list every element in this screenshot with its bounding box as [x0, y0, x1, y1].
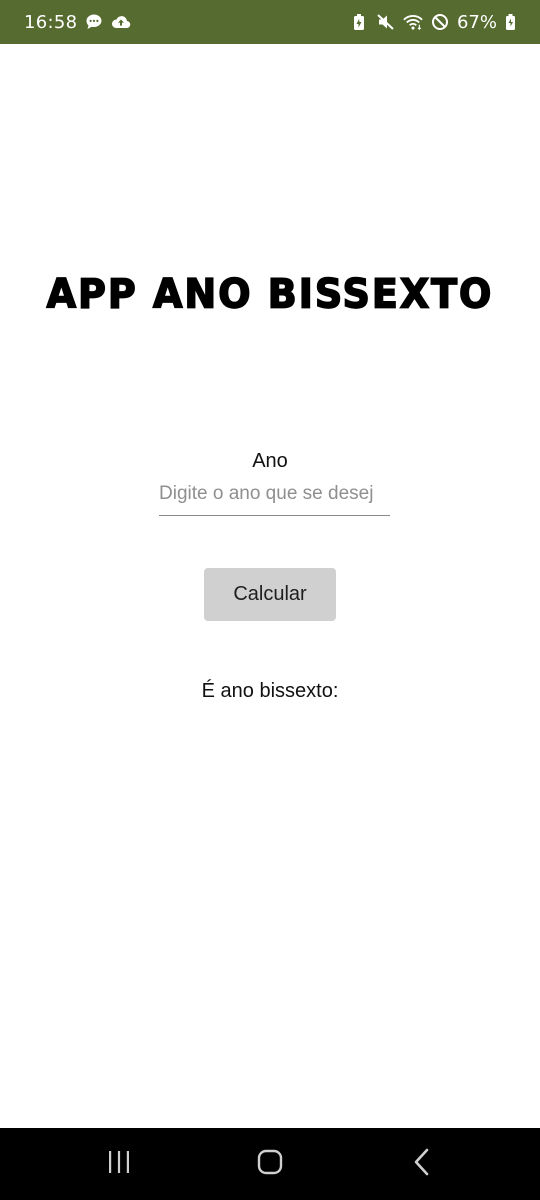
cloud-upload-icon [111, 12, 131, 32]
app-title: APP ANO BISSEXTO [46, 270, 494, 318]
leap-year-result-label: É ano bissexto: [201, 680, 339, 702]
do-not-disturb-icon [430, 12, 450, 32]
home-icon [257, 1149, 283, 1180]
battery-icon [504, 12, 516, 32]
year-input[interactable] [159, 478, 390, 516]
status-bar: 16:58 67% [0, 0, 540, 44]
battery-percent: 67% [456, 11, 497, 33]
back-button[interactable] [398, 1146, 446, 1182]
battery-saver-icon [349, 12, 369, 32]
navigation-bar [0, 1128, 540, 1200]
mute-icon [376, 12, 396, 32]
chat-bubble-icon [84, 12, 104, 32]
status-left-group: 16:58 [24, 12, 131, 33]
home-button[interactable] [246, 1146, 294, 1182]
status-right-group: 67% [349, 12, 516, 33]
calculate-button[interactable]: Calcular [204, 568, 336, 621]
status-time: 16:58 [24, 11, 78, 33]
recents-icon [106, 1150, 132, 1179]
recents-button[interactable] [95, 1146, 143, 1182]
wifi-icon [403, 12, 423, 32]
year-input-label: Ano [252, 450, 288, 472]
app-screen: 16:58 67% APP ANO BISSEXTO Ano Digite o … [0, 0, 540, 1200]
back-icon [412, 1148, 432, 1181]
